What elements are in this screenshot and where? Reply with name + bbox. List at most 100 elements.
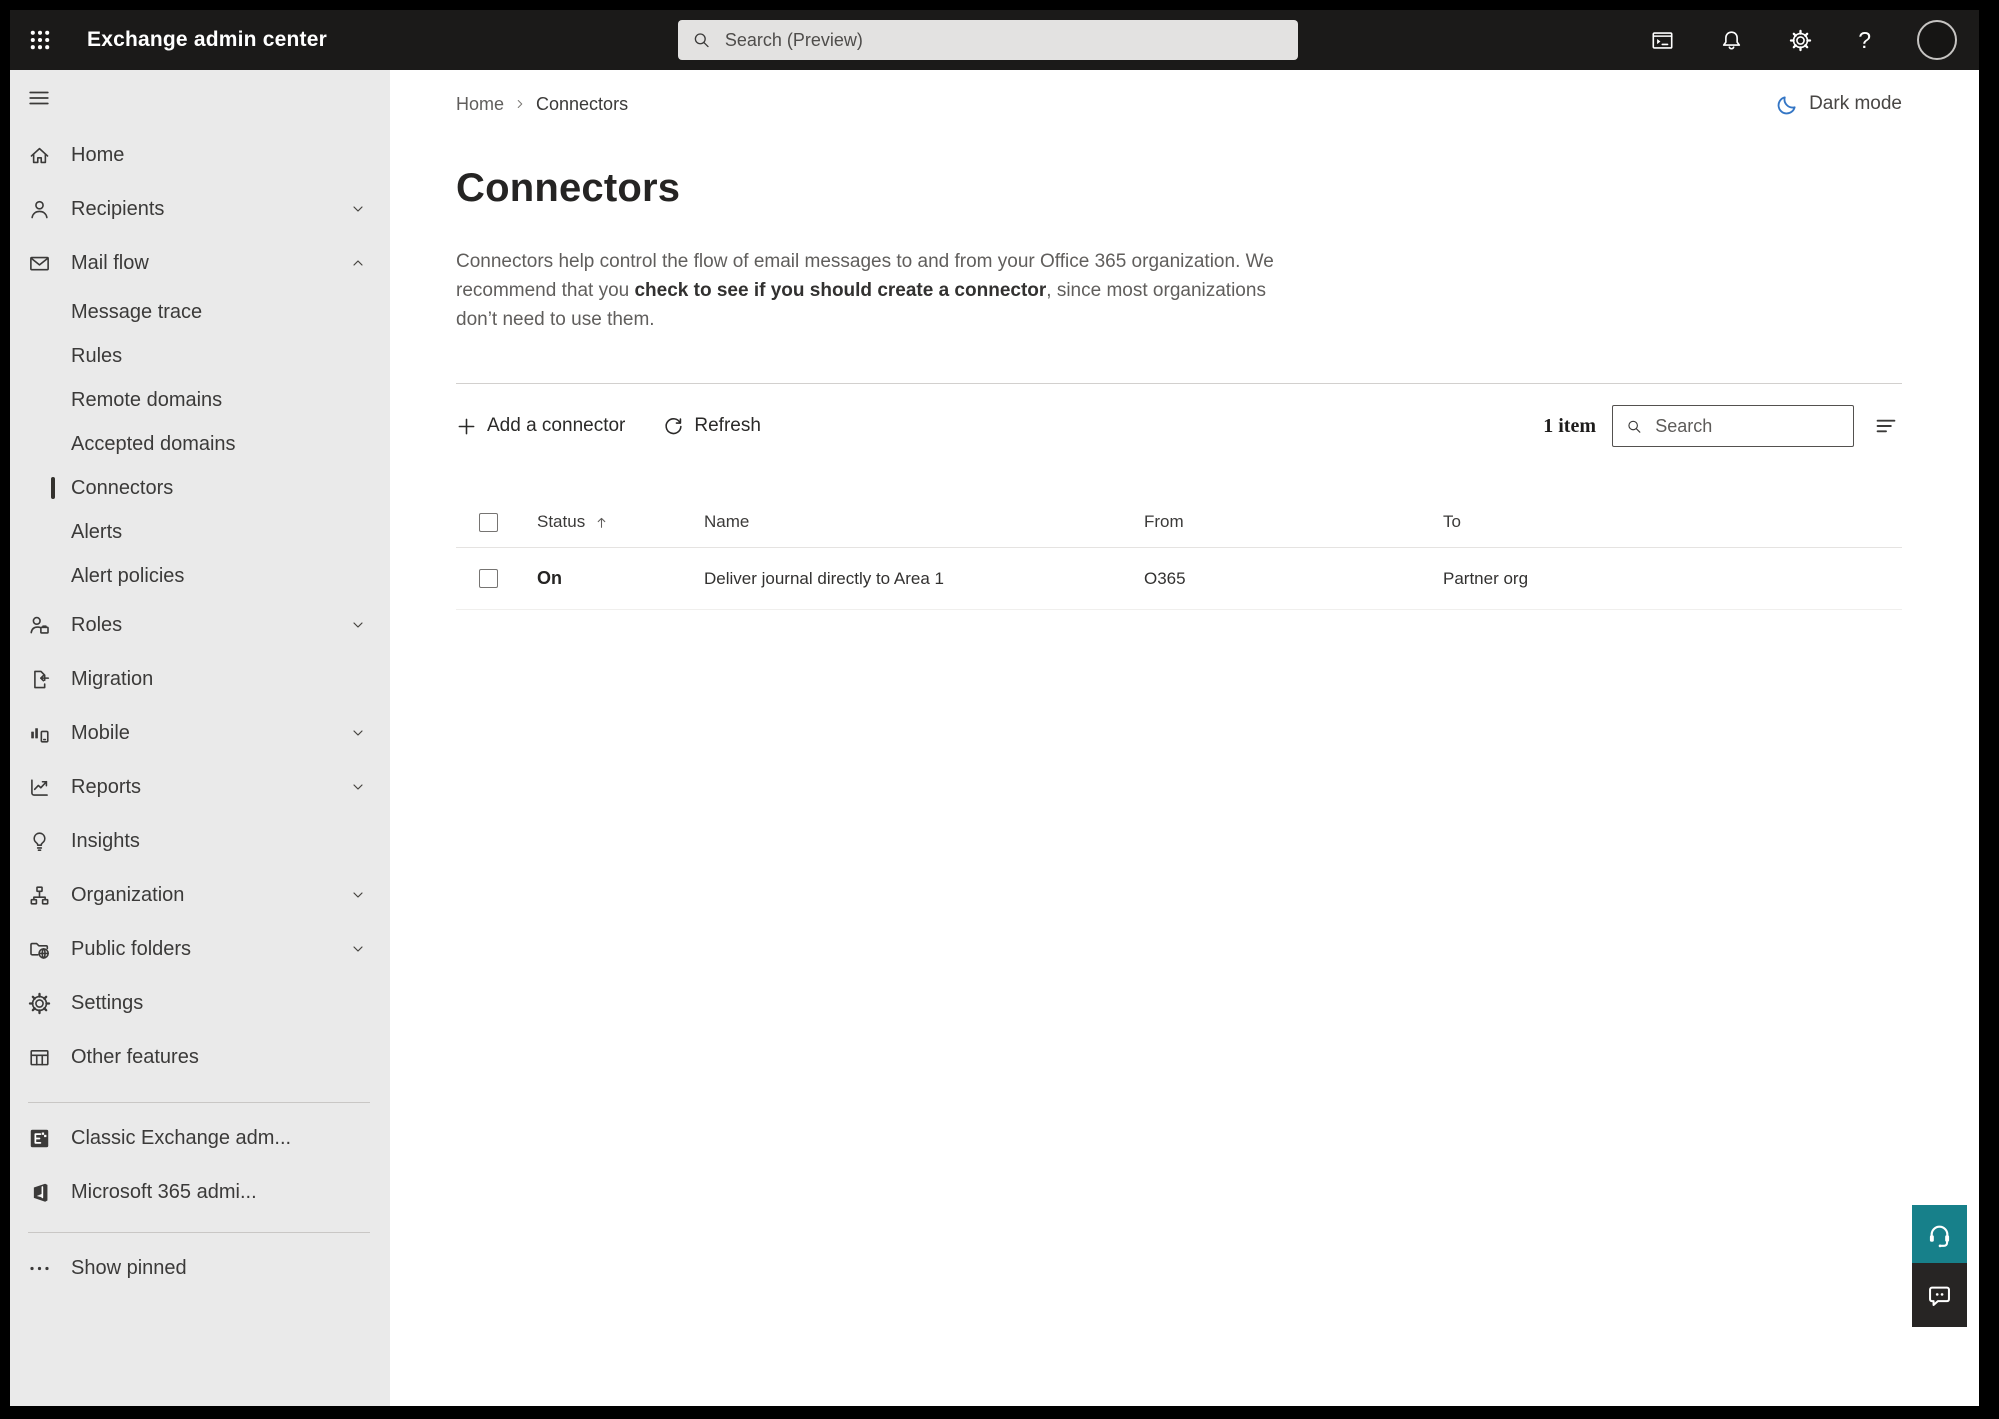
refresh-icon <box>663 416 684 437</box>
add-connector-label: Add a connector <box>487 415 626 436</box>
refresh-button[interactable]: Refresh <box>663 415 761 437</box>
org-chart-icon <box>28 884 51 907</box>
sidebar-item-label: Connectors <box>71 476 174 499</box>
create-connector-check-link[interactable]: check to see if you should create a conn… <box>634 280 1046 301</box>
sidebar-item-roles[interactable]: Roles <box>10 598 390 652</box>
chevron-right-icon <box>513 97 527 111</box>
sidebar-item-label: Alert policies <box>71 564 185 587</box>
trend-line-icon <box>28 776 51 799</box>
row-name: Deliver journal directly to Area 1 <box>704 568 945 588</box>
topbar-actions: ? <box>1651 10 1957 70</box>
sidebar-item-remote-domains[interactable]: Remote domains <box>10 378 390 422</box>
sidebar-item-label: Insights <box>71 829 140 852</box>
person-icon <box>28 198 51 221</box>
breadcrumb-current: Connectors <box>536 93 629 114</box>
sidebar-item-label: Reports <box>71 775 142 798</box>
nav-collapse-button[interactable] <box>10 78 390 118</box>
sidebar-item-label: Roles <box>71 613 123 636</box>
gear-icon <box>28 992 51 1015</box>
office-logo-icon <box>28 1181 51 1204</box>
support-button[interactable] <box>1912 1205 1967 1263</box>
sidebar-item-label: Microsoft 365 admi... <box>71 1180 257 1203</box>
column-header-from[interactable]: From <box>1144 512 1443 532</box>
toolbar-divider <box>456 383 1902 384</box>
sidebar-item-classic-exchange[interactable]: Classic Exchange adm... <box>10 1111 390 1165</box>
sidebar-item-recipients[interactable]: Recipients <box>10 182 390 236</box>
sidebar-item-label: Mobile <box>71 721 130 744</box>
main-content: Home Connectors Dark mode Connectors Con… <box>390 70 1979 1406</box>
sort-lines-icon <box>1872 414 1900 438</box>
row-from: O365 <box>1144 568 1186 588</box>
settings-button[interactable] <box>1789 29 1812 52</box>
sidebar-item-reports[interactable]: Reports <box>10 760 390 814</box>
row-checkbox[interactable] <box>479 569 498 588</box>
sidebar-item-mobile[interactable]: Mobile <box>10 706 390 760</box>
sidebar-item-mail-flow[interactable]: Mail flow <box>10 236 390 290</box>
account-avatar[interactable] <box>1917 20 1957 60</box>
powershell-button[interactable] <box>1651 29 1674 52</box>
list-search-input[interactable] <box>1653 414 1843 438</box>
help-icon: ? <box>1858 26 1871 53</box>
chevron-down-icon <box>350 779 366 795</box>
refresh-label: Refresh <box>694 415 761 436</box>
app-launcher-icon <box>28 28 52 52</box>
sidebar-item-label: Rules <box>71 344 123 367</box>
sidebar-item-label: Alerts <box>71 520 123 543</box>
sidebar-item-home[interactable]: Home <box>10 128 390 182</box>
sidebar-item-settings[interactable]: Settings <box>10 976 390 1030</box>
top-bar: Exchange admin center ? <box>10 10 1979 70</box>
sort-filter-button[interactable] <box>1872 413 1902 439</box>
sidebar-item-organization[interactable]: Organization <box>10 868 390 922</box>
plus-icon <box>456 416 477 437</box>
sidebar-item-label: Organization <box>71 883 185 906</box>
help-button[interactable]: ? <box>1858 26 1871 53</box>
sidebar-item-label: Migration <box>71 667 154 690</box>
sidebar-nav: Home Recipients Mail flow Message trace … <box>10 70 390 1406</box>
item-count: 1 item <box>1543 414 1596 437</box>
global-search-input[interactable] <box>722 28 1284 52</box>
notifications-button[interactable] <box>1720 29 1743 52</box>
exchange-logo-icon <box>28 1127 51 1150</box>
add-connector-button[interactable]: Add a connector <box>456 415 625 437</box>
breadcrumb: Home Connectors <box>456 94 628 115</box>
sidebar-item-accepted-domains[interactable]: Accepted domains <box>10 422 390 466</box>
feedback-button[interactable] <box>1912 1263 1967 1327</box>
global-search-box <box>678 20 1298 60</box>
sidebar-item-other-features[interactable]: Other features <box>10 1030 390 1084</box>
select-all-checkbox[interactable] <box>479 512 498 532</box>
app-launcher-button[interactable] <box>10 10 69 70</box>
sidebar-item-label: Message trace <box>71 300 203 323</box>
page-title: Connectors <box>456 166 681 210</box>
mail-icon <box>28 252 51 275</box>
dark-mode-toggle[interactable]: Dark mode <box>1776 93 1902 116</box>
sidebar-item-connectors[interactable]: Connectors <box>10 466 390 510</box>
list-search-box <box>1612 405 1854 447</box>
sidebar-item-message-trace[interactable]: Message trace <box>10 290 390 334</box>
sidebar-item-alert-policies[interactable]: Alert policies <box>10 554 390 598</box>
sidebar-item-microsoft-365-admin[interactable]: Microsoft 365 admi... <box>10 1165 390 1219</box>
search-icon <box>692 30 711 50</box>
sidebar-item-label: Classic Exchange adm... <box>71 1126 292 1149</box>
chevron-down-icon <box>350 725 366 741</box>
breadcrumb-home-link[interactable]: Home <box>456 94 504 115</box>
sidebar-item-show-pinned[interactable]: Show pinned <box>10 1241 390 1295</box>
sidebar-item-alerts[interactable]: Alerts <box>10 510 390 554</box>
column-header-name[interactable]: Name <box>704 512 1144 532</box>
sidebar-item-label: Remote domains <box>71 388 223 411</box>
sidebar-item-rules[interactable]: Rules <box>10 334 390 378</box>
floating-actions <box>1912 1205 1967 1327</box>
sidebar-item-public-folders[interactable]: Public folders <box>10 922 390 976</box>
ellipsis-icon <box>28 1257 51 1280</box>
sidebar-divider <box>28 1232 370 1233</box>
sidebar-item-label: Public folders <box>71 937 192 960</box>
column-header-status[interactable]: Status <box>537 512 704 532</box>
column-header-label: Status <box>537 512 586 531</box>
sidebar-item-label: Show pinned <box>71 1256 187 1279</box>
sidebar-item-insights[interactable]: Insights <box>10 814 390 868</box>
sidebar-item-migration[interactable]: Migration <box>10 652 390 706</box>
gear-icon <box>1789 29 1812 52</box>
table-row[interactable]: On Deliver journal directly to Area 1 O3… <box>456 548 1902 610</box>
chevron-down-icon <box>350 617 366 633</box>
column-header-to[interactable]: To <box>1443 512 1902 532</box>
sidebar-item-label: Recipients <box>71 197 165 220</box>
